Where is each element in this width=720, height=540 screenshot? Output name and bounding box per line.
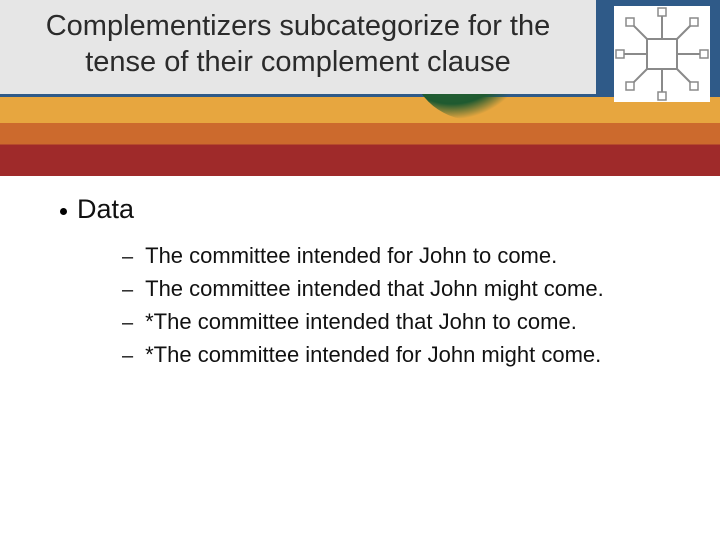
list-item: – *The committee intended for John might… — [122, 338, 680, 371]
slide: Complementizers subcategorize for the te… — [0, 0, 720, 540]
compass-star-icon — [614, 6, 710, 102]
bullet-heading-text: Data — [77, 194, 134, 225]
list-item-text: *The committee intended for John might c… — [145, 338, 601, 371]
list-item-text: *The committee intended that John to com… — [145, 305, 577, 338]
content-area: Data – The committee intended for John t… — [60, 194, 680, 371]
list-item: – *The committee intended that John to c… — [122, 305, 680, 338]
bullet-heading: Data — [60, 194, 680, 225]
title-banner: Complementizers subcategorize for the te… — [0, 0, 720, 176]
list-item: – The committee intended that John might… — [122, 272, 680, 305]
list-item-text: The committee intended that John might c… — [145, 272, 604, 305]
dash-icon: – — [122, 341, 133, 371]
sublist: – The committee intended for John to com… — [122, 239, 680, 371]
list-item-text: The committee intended for John to come. — [145, 239, 557, 272]
corner-logo — [614, 6, 710, 102]
dash-icon: – — [122, 242, 133, 272]
dash-icon: – — [122, 308, 133, 338]
slide-title-box: Complementizers subcategorize for the te… — [0, 0, 596, 94]
bullet-dot-icon — [60, 208, 67, 215]
list-item: – The committee intended for John to com… — [122, 239, 680, 272]
dash-icon: – — [122, 275, 133, 305]
slide-title: Complementizers subcategorize for the te… — [46, 10, 551, 78]
